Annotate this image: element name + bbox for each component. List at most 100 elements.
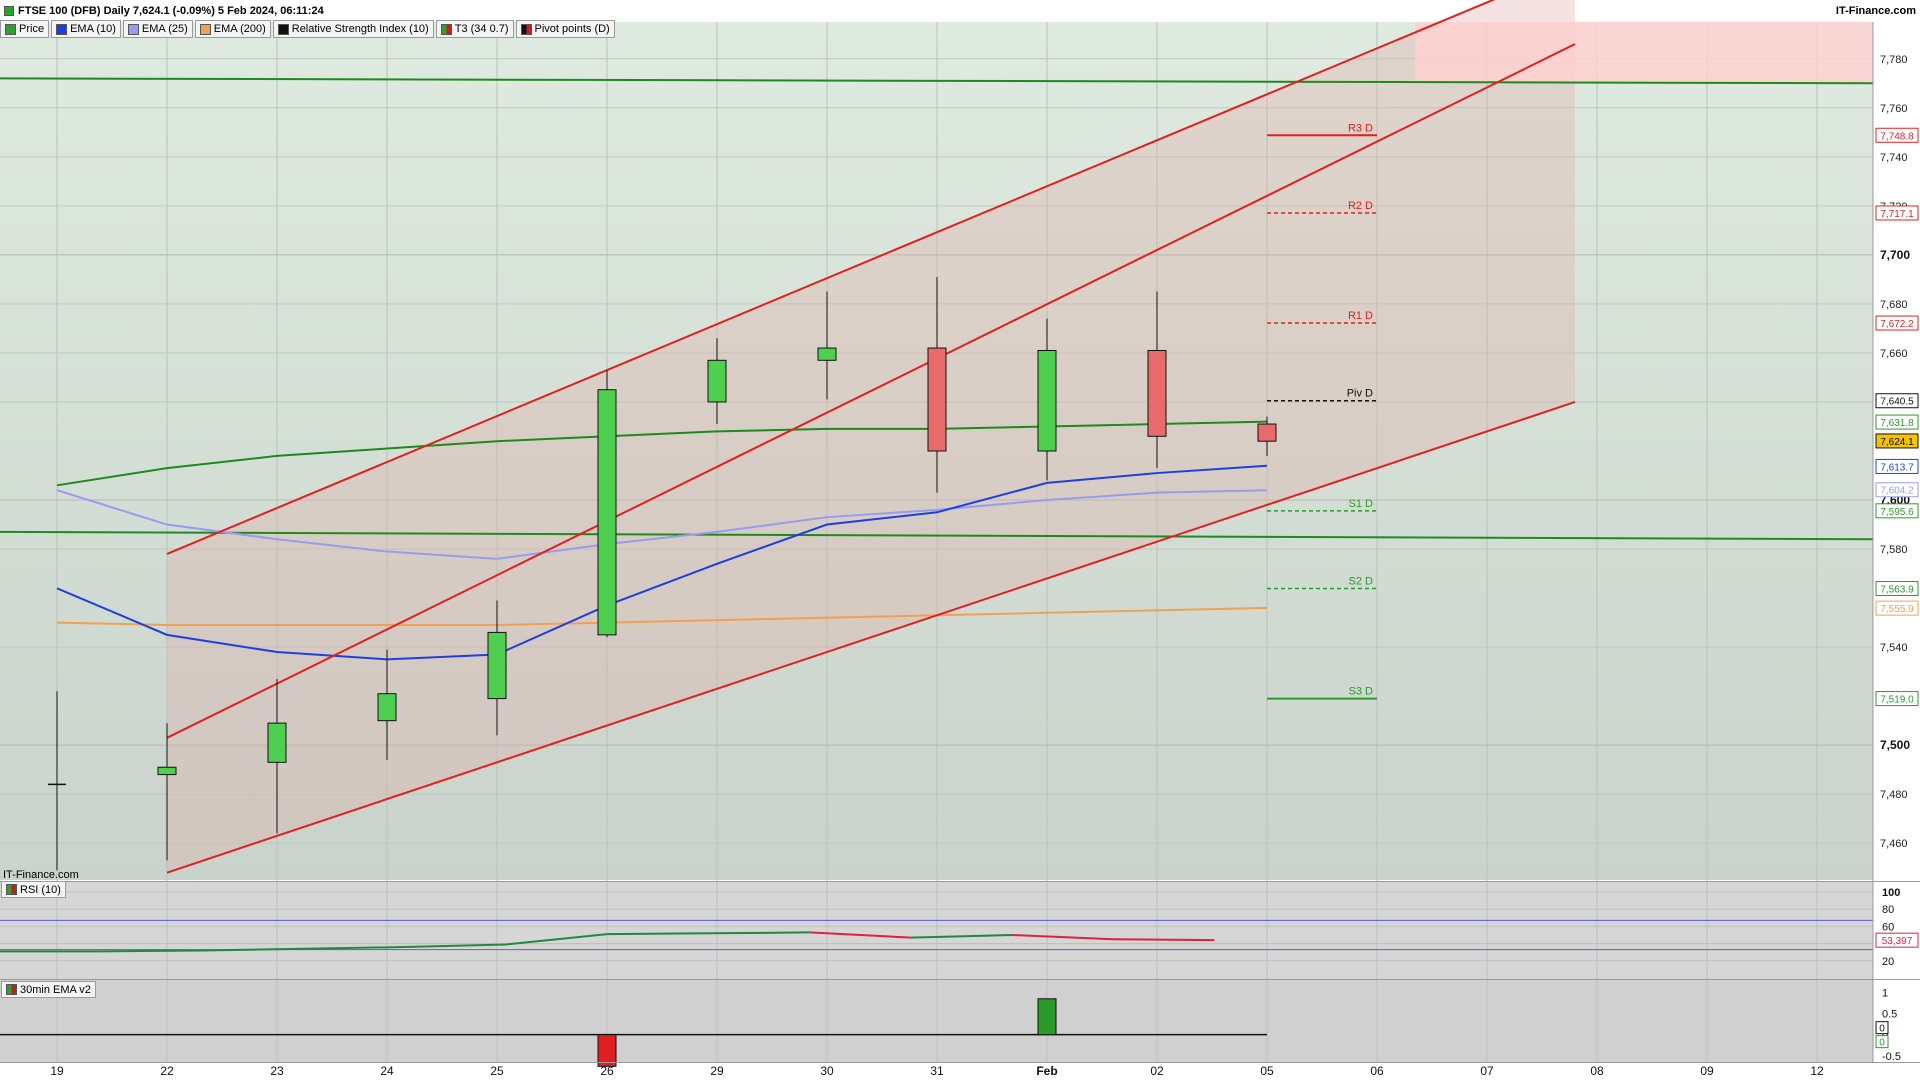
- rsi-tick-label: 100: [1882, 887, 1900, 899]
- price-tag: 7,672.2: [1875, 315, 1919, 331]
- indicator-legend: Price EMA (10) EMA (25) EMA (200) Relati…: [0, 20, 615, 38]
- price-tag: 7,748.8: [1875, 127, 1919, 143]
- price-tag: 7,640.5: [1875, 393, 1919, 409]
- legend-swatch-icon: [127, 23, 139, 35]
- price-tag-label: 7,595.6: [1880, 507, 1914, 518]
- pivot-label: S2 D: [1349, 576, 1374, 588]
- pivot-label: R3 D: [1348, 122, 1373, 134]
- price-tag-label: 7,748.8: [1880, 131, 1914, 142]
- legend-item-ema200[interactable]: EMA (200): [194, 20, 271, 38]
- ema30-bar-up: [1037, 998, 1057, 1036]
- candle-down: [1257, 423, 1277, 442]
- price-tag: 7,631.8: [1875, 414, 1919, 430]
- y-tick-label: 7,740: [1880, 152, 1908, 164]
- candle-up: [487, 631, 507, 700]
- y-tick-label: 7,780: [1880, 54, 1908, 66]
- x-tick-label: 30: [820, 1064, 834, 1078]
- candle-down: [1147, 349, 1167, 437]
- price-tag-label: 7,631.8: [1880, 418, 1914, 429]
- ema30-bar-down: [597, 1034, 617, 1067]
- x-tick-label: 29: [710, 1064, 724, 1078]
- candle-up: [597, 389, 617, 636]
- price-tag: 7,717.1: [1875, 205, 1919, 221]
- price-tag-label: 7,555.9: [1880, 604, 1914, 615]
- rsi-panel-label[interactable]: RSI (10): [1, 881, 66, 898]
- legend-item-rsi[interactable]: Relative Strength Index (10): [272, 20, 434, 38]
- ema30-tick-label: 0.5: [1882, 1009, 1897, 1021]
- legend-swatch-icon: [440, 23, 452, 35]
- rsi-tick-label: 20: [1882, 956, 1894, 968]
- x-tick-label: 02: [1150, 1064, 1164, 1078]
- legend-label: EMA (10): [70, 23, 116, 35]
- price-tag: 7,604.2: [1875, 482, 1919, 498]
- price-tag: 7,595.6: [1875, 503, 1919, 519]
- price-tag-label: 7,640.5: [1880, 397, 1914, 408]
- price-tag-label: 7,613.7: [1880, 462, 1914, 473]
- chart-title-icon: [4, 6, 14, 16]
- x-tick-label: 19: [50, 1064, 64, 1078]
- rsi-panel-label-text: RSI (10): [20, 883, 61, 896]
- legend-swatch-icon: [520, 23, 532, 35]
- x-tick-label: 08: [1590, 1064, 1604, 1078]
- legend-item-pivot[interactable]: Pivot points (D): [515, 20, 615, 38]
- x-tick-label: Feb: [1036, 1064, 1057, 1078]
- ema30-tick-label: 1: [1882, 987, 1888, 999]
- ema30-tick-label: -0.5: [1882, 1051, 1901, 1063]
- legend-label: EMA (25): [141, 23, 188, 35]
- price-tag-label: 7,672.2: [1880, 319, 1914, 330]
- x-tick-label: 23: [270, 1064, 284, 1078]
- y-tick-label: 7,700: [1880, 248, 1910, 262]
- x-tick-label: 26: [600, 1064, 614, 1078]
- x-tick-label: 06: [1370, 1064, 1384, 1078]
- legend-swatch-icon: [5, 23, 16, 35]
- legend-swatch-icon: [199, 23, 211, 35]
- y-tick-label: 7,460: [1880, 838, 1908, 850]
- rsi-tick-label: 60: [1882, 921, 1894, 933]
- ema30-panel-label-text: 30min EMA v2: [20, 983, 91, 996]
- y-tick-label: 7,660: [1880, 348, 1908, 360]
- price-tag: 7,555.9: [1875, 600, 1919, 616]
- pivot-label: S3 D: [1349, 686, 1374, 698]
- x-tick-label: 12: [1810, 1064, 1824, 1078]
- legend-item-price[interactable]: Price: [0, 20, 50, 38]
- pivot-label: R2 D: [1348, 200, 1373, 212]
- pivot-label: S1 D: [1349, 498, 1374, 510]
- price-tag: 7,624.1: [1875, 433, 1919, 449]
- rsi-line-segment: [1113, 938, 1215, 942]
- candle-up: [707, 359, 727, 403]
- ema30-swatch-icon: [6, 984, 17, 995]
- legend-item-ema25[interactable]: EMA (25): [122, 20, 193, 38]
- rsi-value-label: 53,397: [1882, 936, 1913, 947]
- rsi-tick-label: 80: [1882, 904, 1894, 916]
- legend-item-ema10[interactable]: EMA (10): [51, 20, 121, 38]
- candle-up: [267, 722, 287, 763]
- x-tick-label: 25: [490, 1064, 504, 1078]
- y-tick-label: 7,580: [1880, 544, 1908, 556]
- candle-up: [817, 347, 837, 361]
- time-axis-background: [0, 1062, 1920, 1080]
- legend-swatch-icon: [277, 23, 289, 35]
- y-tick-label: 7,760: [1880, 103, 1908, 115]
- rsi-swatch-icon: [6, 884, 17, 895]
- candle-down: [927, 347, 947, 452]
- upper-zone-fill: [1415, 22, 1873, 84]
- price-tag-label: 7,563.9: [1880, 585, 1914, 596]
- price-tag-label: 7,519.0: [1880, 695, 1914, 706]
- price-tag-label: 7,624.1: [1880, 437, 1914, 448]
- price-tag: 7,613.7: [1875, 458, 1919, 474]
- ema30-panel-label[interactable]: 30min EMA v2: [1, 981, 96, 998]
- y-tick-label: 7,500: [1880, 738, 1910, 752]
- legend-item-t3[interactable]: T3 (34 0.7): [435, 20, 514, 38]
- chart-canvas[interactable]: R3 DR2 DR1 DPiv DS1 DS2 DS3 D 1008060402…: [0, 0, 1920, 1080]
- x-tick-label: 22: [160, 1064, 174, 1078]
- watermark: IT-Finance.com: [3, 869, 79, 881]
- y-tick-label: 7,540: [1880, 642, 1908, 654]
- candle-up: [157, 766, 177, 776]
- price-tag-label: 7,717.1: [1880, 209, 1914, 220]
- legend-swatch-icon: [56, 23, 68, 35]
- legend-label: Pivot points (D): [534, 23, 610, 35]
- pivot-label: Piv D: [1347, 388, 1373, 400]
- legend-label: T3 (34 0.7): [454, 23, 509, 35]
- price-tag: 7,563.9: [1875, 581, 1919, 597]
- x-tick-label: 24: [380, 1064, 394, 1078]
